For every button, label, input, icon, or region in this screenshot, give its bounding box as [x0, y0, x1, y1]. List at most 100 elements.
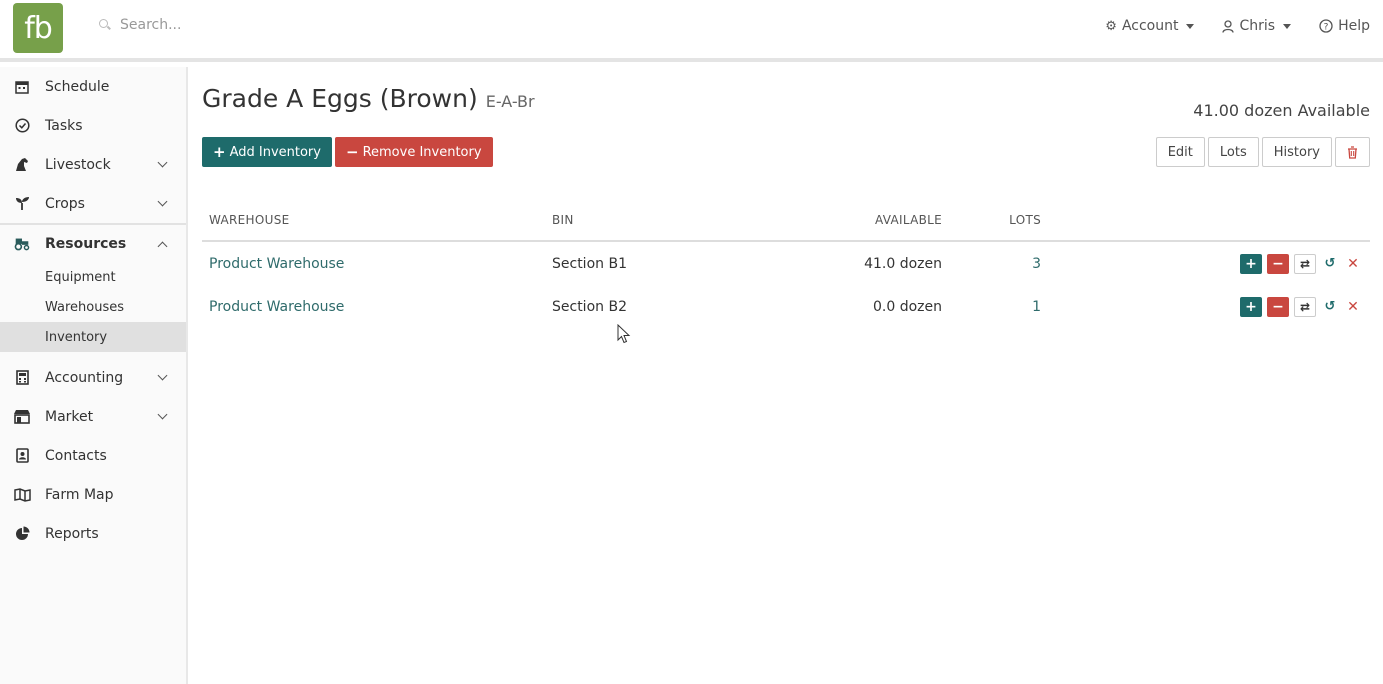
- search-input[interactable]: [120, 17, 320, 33]
- add-inventory-button[interactable]: + Add Inventory: [202, 137, 332, 167]
- lots-link[interactable]: 1: [1032, 299, 1041, 315]
- sidebar-label: Farm Map: [45, 486, 114, 503]
- sidebar-item-tasks[interactable]: Tasks: [0, 106, 186, 145]
- plus-icon: +: [1245, 255, 1257, 272]
- sidebar-item-market[interactable]: Market: [0, 397, 186, 436]
- warehouse-link[interactable]: Product Warehouse: [209, 299, 344, 315]
- user-menu[interactable]: Chris: [1222, 18, 1292, 34]
- inventory-table: WAREHOUSE BIN AVAILABLE LOTS Product War…: [202, 199, 1370, 328]
- sidebar-item-reports[interactable]: Reports: [0, 514, 186, 553]
- sidebar-item-schedule[interactable]: Schedule: [0, 67, 186, 106]
- edit-button[interactable]: Edit: [1155, 137, 1205, 167]
- plus-icon: +: [1245, 298, 1257, 315]
- remove-inventory-label: Remove Inventory: [362, 144, 482, 160]
- remove-row-button[interactable]: −: [1267, 253, 1289, 274]
- transfer-button[interactable]: ⇄: [1294, 296, 1316, 317]
- help-link[interactable]: ? Help: [1319, 18, 1370, 34]
- sidebar-subitem-equipment[interactable]: Equipment: [0, 262, 186, 292]
- sidebar-item-livestock[interactable]: Livestock: [0, 145, 186, 184]
- history-icon: ↺: [1324, 256, 1336, 271]
- close-icon: ✕: [1347, 255, 1359, 272]
- chevron-up-icon: [157, 241, 168, 252]
- sidebar-label: Reports: [45, 525, 99, 542]
- add-inventory-label: Add Inventory: [229, 144, 321, 160]
- horse-icon: [13, 156, 31, 174]
- sidebar-subitem-warehouses[interactable]: Warehouses: [0, 292, 186, 322]
- account-label: Account: [1121, 18, 1179, 34]
- chevron-down-icon: [157, 409, 168, 420]
- column-header-warehouse[interactable]: WAREHOUSE: [202, 213, 552, 227]
- exchange-icon: ⇄: [1299, 299, 1311, 314]
- trash-icon: [1348, 145, 1357, 159]
- delete-row-button[interactable]: ✕: [1344, 254, 1362, 274]
- top-nav: ⚙ Account Chris ? Help: [1105, 18, 1370, 34]
- sidebar: Schedule Tasks Livestock Crops Resources…: [0, 67, 188, 684]
- tractor-icon: [13, 235, 31, 253]
- close-icon: ✕: [1347, 298, 1359, 315]
- map-icon: [13, 486, 31, 504]
- search-icon: [98, 18, 112, 32]
- plus-icon: +: [213, 143, 226, 161]
- sidebar-label: Tasks: [45, 117, 83, 134]
- user-label: Chris: [1239, 18, 1276, 34]
- sidebar-label: Livestock: [45, 156, 111, 173]
- lots-link[interactable]: 3: [1032, 256, 1041, 272]
- item-toolbar: Edit Lots History: [1155, 137, 1370, 167]
- column-header-available[interactable]: AVAILABLE: [752, 213, 942, 227]
- page-title: Grade A Eggs (Brown): [202, 84, 478, 113]
- column-header-lots[interactable]: LOTS: [942, 213, 1041, 227]
- svg-text:?: ?: [1324, 23, 1329, 33]
- history-button[interactable]: History: [1261, 137, 1332, 167]
- sidebar-subitem-inventory[interactable]: Inventory: [0, 322, 186, 352]
- sidebar-item-accounting[interactable]: Accounting: [0, 358, 186, 397]
- account-menu[interactable]: ⚙ Account: [1105, 18, 1195, 34]
- available-cell: 0.0 dozen: [872, 298, 942, 315]
- add-row-button[interactable]: +: [1240, 296, 1262, 317]
- caret-down-icon: [1186, 23, 1195, 29]
- remove-inventory-button[interactable]: − Remove Inventory: [334, 137, 493, 167]
- available-cell: 41.0 dozen: [864, 255, 942, 272]
- row-actions: + − ⇄ ↺ ✕: [1041, 253, 1370, 274]
- question-circle-icon: ?: [1319, 19, 1333, 33]
- sidebar-item-crops[interactable]: Crops: [0, 184, 186, 223]
- delete-row-button[interactable]: ✕: [1344, 297, 1362, 317]
- seedling-icon: [13, 195, 31, 213]
- lots-button[interactable]: Lots: [1207, 137, 1259, 167]
- available-summary: 41.00 dozen Available: [1193, 101, 1370, 120]
- minus-icon: −: [1272, 255, 1284, 272]
- page-header: Grade A Eggs (Brown) E-A-Br: [202, 84, 535, 113]
- inventory-actions: + Add Inventory − Remove Inventory: [202, 137, 493, 167]
- sidebar-item-contacts[interactable]: Contacts: [0, 436, 186, 475]
- search-box[interactable]: [98, 17, 320, 33]
- table-header: WAREHOUSE BIN AVAILABLE LOTS: [202, 199, 1370, 242]
- chevron-down-icon: [157, 196, 168, 207]
- sidebar-item-farm-map[interactable]: Farm Map: [0, 475, 186, 514]
- minus-icon: −: [1272, 298, 1284, 315]
- table-row: Product Warehouse Section B1 41.0 dozen …: [202, 242, 1370, 285]
- caret-down-icon: [1283, 23, 1292, 29]
- chevron-down-icon: [157, 370, 168, 381]
- transfer-button[interactable]: ⇄: [1294, 253, 1316, 274]
- row-history-button[interactable]: ↺: [1321, 297, 1339, 317]
- calendar-icon: [13, 78, 31, 96]
- add-row-button[interactable]: +: [1240, 253, 1262, 274]
- sidebar-label: Market: [45, 408, 94, 425]
- column-header-bin[interactable]: BIN: [552, 213, 752, 227]
- help-label: Help: [1338, 18, 1370, 34]
- sidebar-label: Contacts: [45, 447, 107, 464]
- sidebar-label: Resources: [45, 235, 127, 252]
- remove-row-button[interactable]: −: [1267, 296, 1289, 317]
- store-icon: [13, 408, 31, 426]
- sidebar-item-resources[interactable]: Resources: [0, 223, 186, 262]
- sidebar-label: Crops: [45, 195, 85, 212]
- row-history-button[interactable]: ↺: [1321, 254, 1339, 274]
- delete-button[interactable]: [1335, 137, 1370, 167]
- user-icon: [1222, 19, 1235, 33]
- history-icon: ↺: [1324, 299, 1336, 314]
- row-actions: + − ⇄ ↺ ✕: [1041, 296, 1370, 317]
- farmbrite-logo[interactable]: fb: [13, 3, 63, 53]
- pie-chart-icon: [13, 525, 31, 543]
- check-circle-icon: [13, 117, 31, 135]
- warehouse-link[interactable]: Product Warehouse: [209, 256, 344, 272]
- chevron-down-icon: [157, 157, 168, 168]
